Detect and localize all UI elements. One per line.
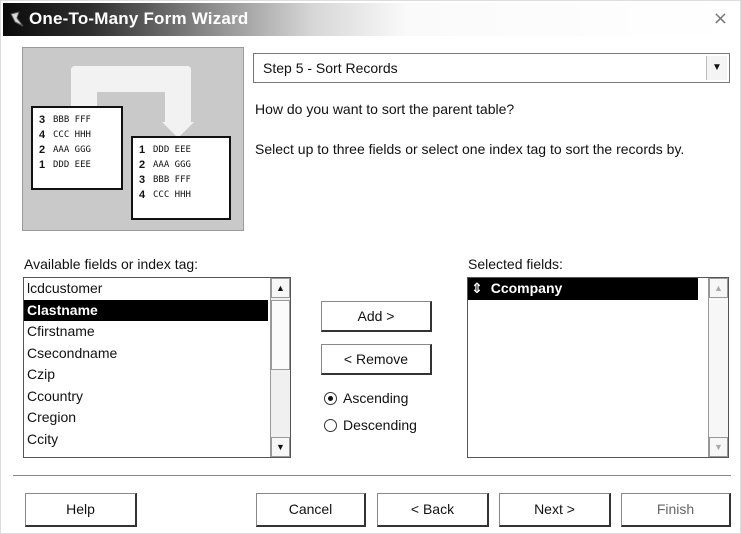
remove-button[interactable]: < Remove [321,344,432,375]
back-button[interactable]: < Back [377,493,489,527]
wizard-icon [10,11,24,27]
list-item[interactable]: Czip [24,364,290,386]
card-row: 2 AAA GGG [39,143,91,156]
finish-button-label: Finish [656,501,695,517]
step-dropdown[interactable]: Step 5 - Sort Records ▼ [253,53,730,83]
scroll-down-icon[interactable]: ▼ [271,437,290,457]
list-item[interactable]: Cregion [24,407,290,429]
list-item-selected[interactable]: Clastname [24,299,268,321]
descending-label: Descending [343,417,417,433]
footer-divider [13,475,731,477]
selected-scrollbar[interactable]: ▲ ▼ [708,278,728,457]
scroll-down-icon[interactable]: ▼ [709,437,728,457]
scroll-thumb[interactable] [271,300,290,370]
list-item[interactable]: Ccountry [24,386,290,408]
add-button-label: Add > [357,308,395,324]
list-item[interactable]: Cfirstname [24,321,290,343]
card-row: 1 DDD EEE [139,143,191,156]
available-scrollbar[interactable]: ▲ ▼ [270,278,290,457]
sort-instruction: Select up to three fields or select one … [255,141,685,157]
card-row: 1 DDD EEE [39,158,91,171]
wizard-window: One-To-Many Form Wizard × 3 BBB FFF 4 CCC … [0,0,741,534]
radio-unchecked-icon [324,418,337,432]
list-item[interactable]: lcdcustomer [24,278,290,300]
list-item-selected[interactable]: ⇕ Ccompany [468,278,698,300]
scroll-up-icon[interactable]: ▲ [271,278,290,298]
back-button-label: < Back [410,501,455,517]
cancel-button-label: Cancel [288,501,333,517]
selected-fields-label: Selected fields: [468,256,563,272]
add-button[interactable]: Add > [321,301,432,332]
title-bar: One-To-Many Form Wizard × [3,3,738,36]
next-button[interactable]: Next > [499,493,611,527]
ascending-radio[interactable]: Ascending [324,390,408,406]
next-button-label: Next > [534,501,575,517]
available-fields-label: Available fields or index tag: [24,256,199,272]
list-item[interactable]: Csecondname [24,343,290,365]
sort-illustration: 3 BBB FFF 4 CCC HHH 2 AAA GGG 1 DDD EEE 1 DDD… [22,47,244,231]
descending-radio[interactable]: Descending [324,417,417,433]
card-row: 2 AAA GGG [139,158,191,171]
sort-prompt: How do you want to sort the parent table… [255,101,515,117]
step-value: Step 5 - Sort Records [263,60,398,76]
available-fields-list[interactable]: lcdcustomer Clastname Cfirstname Csecond… [23,277,291,458]
ascending-label: Ascending [343,390,409,406]
list-item[interactable]: Ccity [24,429,290,451]
card-row: 4 CCC HHH [39,128,91,141]
finish-button[interactable]: Finish [621,493,731,527]
arrow-band [165,66,191,126]
card-row: 4 CCC HHH [139,188,191,201]
window-title: One-To-Many Form Wizard [29,9,249,28]
move-handle-icon[interactable]: ⇕ [471,281,483,297]
remove-button-label: < Remove [343,351,409,367]
card-row: 3 BBB FFF [39,113,91,126]
help-button-label: Help [66,501,95,517]
unsorted-records-card: 3 BBB FFF 4 CCC HHH 2 AAA GGG 1 DDD EEE [31,106,123,190]
dropdown-arrow-icon[interactable]: ▼ [706,56,727,80]
radio-checked-icon [324,391,337,405]
selected-field-label: Ccompany [490,280,563,296]
help-button[interactable]: Help [25,493,137,527]
close-icon[interactable]: × [713,9,728,29]
card-row: 3 BBB FFF [139,173,191,186]
selected-fields-list[interactable]: ⇕ Ccompany ▲ ▼ [467,277,729,458]
sorted-records-card: 1 DDD EEE 2 AAA GGG 3 BBB FFF 4 CCC HHH [131,136,231,220]
scroll-up-icon[interactable]: ▲ [709,278,728,298]
cancel-button[interactable]: Cancel [256,493,366,527]
